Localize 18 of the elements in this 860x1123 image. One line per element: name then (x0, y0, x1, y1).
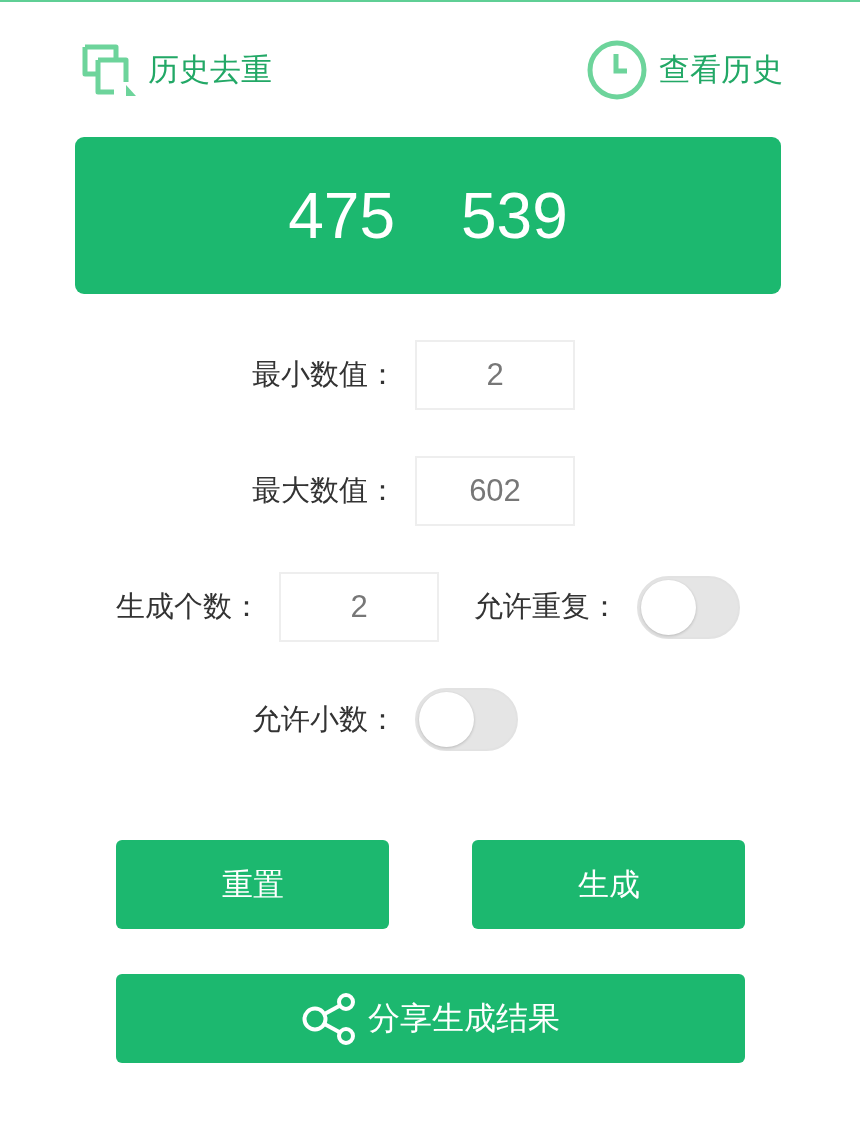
field-label: 最小数值： (252, 356, 397, 393)
clock-icon (587, 40, 647, 100)
number-field[interactable]: 2 (415, 340, 575, 410)
number-field[interactable]: 2 (279, 572, 439, 642)
number-field[interactable]: 602 (415, 456, 575, 526)
reset-button[interactable]: 重置 (116, 840, 389, 929)
generate-button[interactable]: 生成 (472, 840, 745, 929)
history-link[interactable]: 查看历史 (587, 40, 783, 100)
field-label: 最大数值： (252, 472, 397, 509)
overlapping-squares-icon (82, 44, 136, 96)
result-number: 475 (288, 183, 395, 248)
field-label: 允许小数： (252, 700, 397, 738)
field-label: 生成个数： (116, 588, 261, 625)
dedupe-link[interactable]: 历史去重 (82, 44, 272, 96)
share-button[interactable]: 分享生成结果 (116, 974, 745, 1063)
result-number: 539 (461, 183, 568, 248)
field-label: 允许重复： (474, 588, 619, 625)
share-icon (301, 992, 356, 1045)
